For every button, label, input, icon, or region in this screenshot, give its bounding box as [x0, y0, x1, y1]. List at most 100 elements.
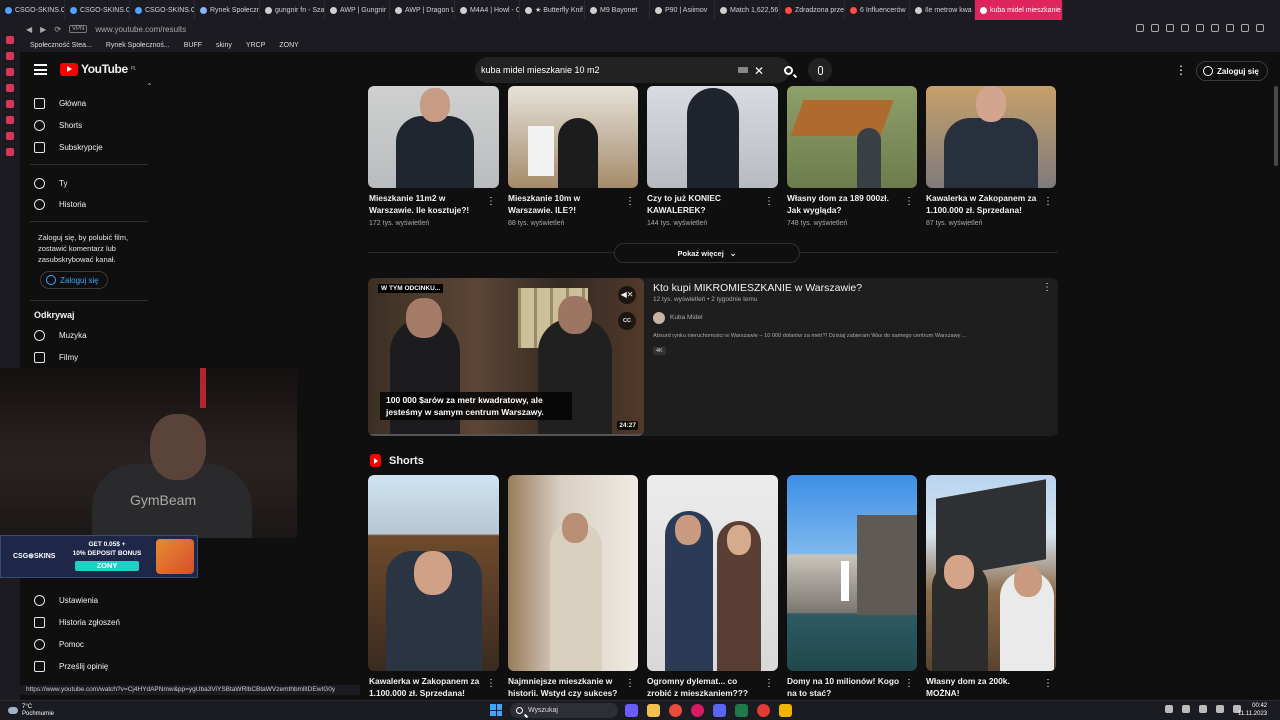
clock[interactable]: 00:42 11.11.2023 [1238, 702, 1267, 718]
browser-tab[interactable]: M4A4 | Howl - C [455, 0, 520, 20]
short-menu-icon[interactable]: ⋮ [1043, 678, 1053, 689]
browser-tab[interactable]: kuba midel mieszkanie 10 [975, 0, 1063, 20]
wifi-icon[interactable] [1216, 705, 1224, 713]
video-thumbnail[interactable] [926, 86, 1056, 188]
excel-icon[interactable] [735, 704, 748, 717]
sidebar-item-you[interactable]: Ty [34, 178, 67, 189]
voice-search-button[interactable] [808, 58, 832, 82]
show-more-button[interactable]: Pokaż więcej ⌄ [614, 243, 800, 263]
bookmark-icon[interactable] [1166, 24, 1174, 32]
short-title[interactable]: Własny dom za 200k. MOŻNA! [926, 675, 1040, 699]
browser-tab[interactable]: Zdradzona prze [780, 0, 845, 20]
video-title[interactable]: Kawalerka w Zakopanem za 1.100.000 zł. S… [926, 192, 1038, 216]
browser-tab[interactable]: CSGO-SKINS.CO [0, 0, 65, 20]
browser-tab[interactable]: Match 1,622,56 [715, 0, 780, 20]
video-menu-icon[interactable]: ⋮ [1043, 196, 1053, 207]
browser-tab[interactable]: Ile metrow kwa [910, 0, 975, 20]
short-menu-icon[interactable]: ⋮ [904, 678, 914, 689]
app-icon[interactable] [757, 704, 770, 717]
discord-icon[interactable] [713, 704, 726, 717]
short-title[interactable]: Kawalerka w Zakopanem za 1.100.000 zł. S… [369, 675, 483, 699]
sidebar-app-icon[interactable] [6, 36, 14, 44]
sidebar-signin-button[interactable]: Zaloguj się [40, 271, 108, 289]
browser-tab[interactable]: AWP | Dragon L [390, 0, 455, 20]
sidebar-item-history[interactable]: Historia [34, 199, 86, 210]
video-title[interactable]: Własny dom za 189 000zł. Jak wygląda? [787, 192, 899, 216]
short-title[interactable]: Ogromny dylemat... co zrobić z mieszkani… [647, 675, 761, 699]
sidebar-item-settings[interactable]: Ustawienia [34, 595, 98, 606]
progress-bar[interactable] [368, 434, 644, 436]
browser-icon[interactable] [669, 704, 682, 717]
sidebar-item-help[interactable]: Pomoc [34, 639, 84, 650]
url-text[interactable]: www.youtube.com/results [95, 25, 995, 34]
video-menu-icon[interactable]: ⋮ [486, 196, 496, 207]
page-scrollbar[interactable] [1274, 86, 1278, 166]
video-menu-icon[interactable]: ⋮ [764, 196, 774, 207]
camera-icon[interactable] [1151, 24, 1159, 32]
mic-icon[interactable] [1199, 705, 1207, 713]
extensions-icon[interactable] [1226, 24, 1234, 32]
sidebar-app-icon[interactable] [6, 52, 14, 60]
browser-tab[interactable]: 6 Influencerów [845, 0, 910, 20]
clear-search-icon[interactable]: ✕ [754, 64, 764, 78]
channel-name[interactable]: Kuba Midel [670, 314, 703, 321]
bookmark-item[interactable]: YRCP [246, 42, 265, 49]
short-menu-icon[interactable]: ⋮ [486, 678, 496, 689]
windows-start-icon[interactable] [490, 704, 502, 716]
video-menu-icon[interactable]: ⋮ [625, 196, 635, 207]
video-menu-icon[interactable]: ⋮ [904, 196, 914, 207]
short-thumbnail[interactable] [508, 475, 638, 671]
browser-tab[interactable]: M9 Bayonet [585, 0, 650, 20]
opera-gx-icon[interactable] [691, 704, 704, 717]
short-thumbnail[interactable] [368, 475, 499, 671]
short-thumbnail[interactable] [787, 475, 917, 671]
bookmark-item[interactable]: skiny [216, 42, 232, 49]
play-icon[interactable] [1196, 24, 1204, 32]
sidebar-app-icon[interactable] [6, 132, 14, 140]
sidebar-item-shorts[interactable]: Shorts [34, 120, 82, 131]
featured-video-card[interactable]: W TYM ODCINKU... 100 000 $arów za metr k… [368, 278, 1058, 436]
browser-tab[interactable]: CSGO-SKINS.CO [65, 0, 130, 20]
video-title[interactable]: Mieszkanie 10m w Warszawie. ILE?! [508, 192, 620, 216]
bookmark-item[interactable]: ZONY [279, 42, 298, 49]
zoom-icon[interactable] [1136, 24, 1144, 32]
app-icon[interactable] [625, 704, 638, 717]
featured-title[interactable]: Kto kupi MIKROMIESZKANIE w Warszawie? [653, 282, 862, 294]
sidebar-item-home[interactable]: Główna [34, 98, 86, 109]
short-thumbnail[interactable] [647, 475, 778, 671]
menu-icon[interactable] [1256, 24, 1264, 32]
mute-icon[interactable]: ◀✕ [618, 286, 636, 304]
short-title[interactable]: Domy na 10 milionów! Kogo na to stać? [787, 675, 901, 699]
forward-icon[interactable]: ▶ [40, 25, 46, 34]
youtube-logo[interactable]: YouTube PL [60, 62, 137, 76]
captions-button[interactable]: CC [618, 312, 636, 330]
browser-tab[interactable]: ★ Butterfly Knif [520, 0, 585, 20]
sidebar-app-icon[interactable] [6, 100, 14, 108]
browser-tab[interactable]: AWP | Gungnir [325, 0, 390, 20]
search-button[interactable] [776, 60, 800, 80]
sidebar-app-icon[interactable] [6, 116, 14, 124]
app-icon[interactable] [1182, 705, 1190, 713]
browser-tab[interactable]: P90 | Asiimov [650, 0, 715, 20]
heart-icon[interactable] [1211, 24, 1219, 32]
sidebar-app-icon[interactable] [6, 148, 14, 156]
video-menu-icon[interactable]: ⋮ [1042, 282, 1052, 293]
short-title[interactable]: Najmniejsze mieszkanie w historii. Wstyd… [508, 675, 622, 699]
video-thumbnail[interactable] [508, 86, 638, 188]
sidebar-item-subscriptions[interactable]: Subskrypcje [34, 142, 103, 153]
reload-icon[interactable]: ⟳ [54, 25, 61, 34]
sidebar-item-report-history[interactable]: Historia zgłoszeń [34, 617, 120, 628]
settings-kebab-icon[interactable]: ⋮ [1175, 64, 1187, 76]
menu-icon[interactable] [34, 64, 47, 75]
browser-tab[interactable]: Rynek Społeczn [195, 0, 260, 20]
video-title[interactable]: Mieszkanie 11m2 w Warszawie. Ile kosztuj… [369, 192, 481, 216]
sidebar-app-icon[interactable] [6, 68, 14, 76]
short-thumbnail[interactable] [926, 475, 1056, 671]
vpn-badge[interactable]: VPN [69, 25, 88, 33]
back-icon[interactable]: ◀ [26, 25, 32, 34]
shield-icon[interactable] [1181, 24, 1189, 32]
sidebar-item-films[interactable]: Filmy [34, 352, 78, 363]
video-thumbnail[interactable] [787, 86, 917, 188]
featured-thumbnail[interactable]: W TYM ODCINKU... 100 000 $arów za metr k… [368, 278, 644, 436]
sidebar-item-music[interactable]: Muzyka [34, 330, 87, 341]
